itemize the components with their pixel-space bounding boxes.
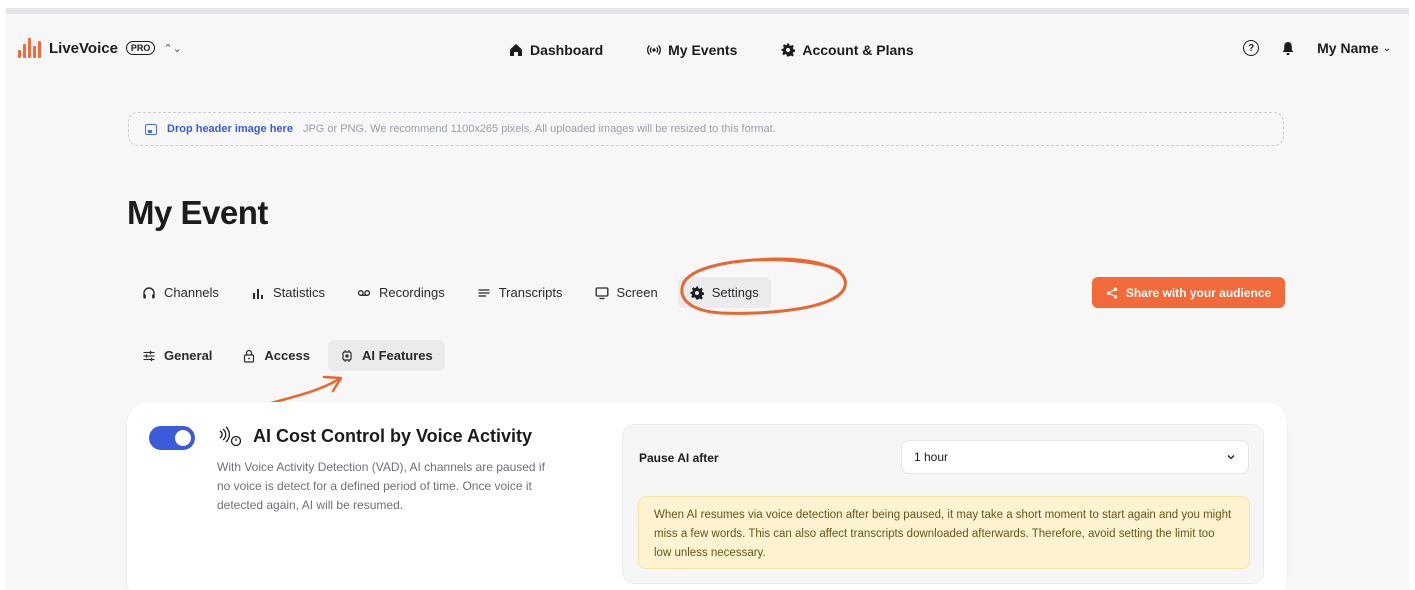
bell-icon[interactable]	[1281, 41, 1295, 56]
headphones-icon	[143, 286, 155, 298]
user-menu[interactable]: My Name ⌄	[1317, 40, 1391, 56]
ai-features-arrowhead	[322, 375, 343, 393]
settings-subtabs: General Access AI Features	[130, 340, 445, 371]
feature-title: AI Cost Control by Voice Activity	[253, 426, 533, 446]
nav-my-events-label: My Events	[668, 42, 738, 58]
brand-switcher-icon[interactable]: ⌃⌄	[163, 42, 181, 55]
subtab-access-label: Access	[264, 348, 310, 363]
gear-icon	[690, 286, 704, 299]
chip-icon	[342, 349, 352, 362]
share-with-audience-button[interactable]: Share with your audience	[1092, 277, 1285, 308]
sliders-icon	[143, 350, 155, 361]
voicemail-icon	[357, 289, 371, 296]
nav-dashboard-label: Dashboard	[530, 42, 604, 58]
tab-channels-label: Channels	[164, 285, 219, 300]
tab-transcripts-label: Transcripts	[498, 285, 563, 300]
share-icon	[1106, 287, 1118, 298]
tab-settings[interactable]: Settings	[677, 277, 771, 308]
nav-dashboard[interactable]: Dashboard	[509, 42, 603, 58]
livevoice-logo-icon	[18, 38, 41, 58]
toggle-knob	[175, 430, 191, 446]
tab-screen-label: Screen	[616, 285, 658, 300]
feature-description: With Voice Activity Detection (VAD), AI …	[217, 460, 545, 512]
pause-duration-select[interactable]: 1 hour	[901, 440, 1249, 474]
bar-chart-icon	[252, 288, 263, 299]
subtab-access[interactable]: Access	[230, 340, 322, 371]
tab-statistics-label: Statistics	[272, 285, 325, 300]
pause-ai-label: Pause AI after	[639, 451, 719, 465]
brand-name: LiveVoice	[49, 39, 118, 57]
voice-timer-icon	[219, 426, 242, 447]
monitor-icon	[595, 286, 608, 299]
tab-recordings[interactable]: Recordings	[345, 277, 457, 308]
share-button-label: Share with your audience	[1125, 285, 1272, 300]
home-icon	[510, 44, 522, 56]
nav-account-plans-label: Account & Plans	[802, 42, 914, 58]
user-name: My Name	[1317, 40, 1379, 56]
gear-icon	[781, 43, 796, 57]
chevron-down-icon: ⌄	[1382, 42, 1391, 54]
dropzone-hint: JPG or PNG. We recommend 1100x265 pixels…	[302, 123, 776, 135]
pro-badge: PRO	[125, 41, 156, 55]
tab-screen[interactable]: Screen	[583, 277, 670, 308]
subtab-general[interactable]: General	[130, 340, 224, 371]
tab-settings-label: Settings	[711, 285, 759, 300]
vad-toggle[interactable]	[149, 426, 195, 450]
pause-settings-panel: Pause AI after 1 hour When AI resumes vi…	[622, 424, 1264, 584]
tab-statistics[interactable]: Statistics	[239, 277, 337, 308]
user-area: ? My Name ⌄	[1243, 40, 1391, 56]
tab-channels[interactable]: Channels	[130, 277, 231, 308]
pause-duration-value: 1 hour	[914, 450, 949, 464]
page: LiveVoice PRO ⌃⌄ Dashboard My Events Acc…	[6, 14, 1409, 590]
subtab-ai-features[interactable]: AI Features	[327, 340, 445, 371]
dropzone-label[interactable]: Drop header image here	[167, 123, 293, 135]
subtab-ai-features-label: AI Features	[361, 348, 433, 363]
nav-my-events[interactable]: My Events	[647, 42, 737, 58]
broadcast-icon	[647, 45, 662, 55]
ai-cost-control-card: AI Cost Control by Voice Activity With V…	[127, 402, 1287, 590]
brand[interactable]: LiveVoice PRO ⌃⌄	[18, 38, 182, 58]
nav-account-plans[interactable]: Account & Plans	[781, 42, 914, 58]
header-image-dropzone[interactable]: Drop header image here JPG or PNG. We re…	[128, 112, 1284, 146]
tab-transcripts[interactable]: Transcripts	[465, 277, 575, 308]
chevron-down-icon	[1227, 455, 1235, 460]
resume-warning: When AI resumes via voice detection afte…	[638, 496, 1250, 569]
main-nav: Dashboard My Events Account & Plans	[509, 42, 914, 58]
event-tabs: Channels Statistics Recordings Transcrip…	[130, 277, 771, 308]
subtab-general-label: General	[164, 348, 213, 363]
page-title: My Event	[127, 194, 268, 231]
lines-icon	[478, 288, 490, 297]
tab-recordings-label: Recordings	[378, 285, 445, 300]
lock-icon	[244, 349, 255, 363]
window-top-strip	[0, 0, 1415, 14]
image-icon	[145, 123, 157, 135]
top-bar: LiveVoice PRO ⌃⌄ Dashboard My Events Acc…	[6, 14, 1409, 74]
help-icon[interactable]: ?	[1243, 40, 1260, 56]
